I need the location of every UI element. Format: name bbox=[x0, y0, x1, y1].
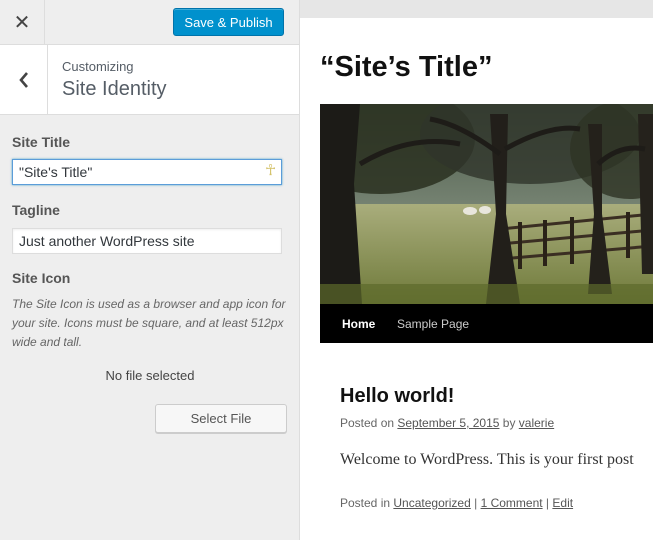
header-image bbox=[320, 104, 653, 304]
site-preview: “Site’s Title” Home Sample Page Hello wo… bbox=[300, 0, 653, 540]
footer-separator: | bbox=[542, 496, 553, 510]
author-link[interactable]: valerie bbox=[519, 416, 554, 430]
section-header: Customizing Site Identity bbox=[0, 45, 299, 115]
site-icon-label: Site Icon bbox=[12, 270, 71, 286]
footer-separator: | bbox=[470, 496, 481, 510]
site-title-label: Site Title bbox=[12, 134, 71, 150]
site-title-input[interactable] bbox=[12, 159, 282, 185]
post-title[interactable]: Hello world! bbox=[340, 385, 454, 408]
site-icon-status: No file selected bbox=[105, 368, 195, 383]
meta-by: by bbox=[499, 416, 519, 430]
footer-prefix: Posted in bbox=[340, 496, 394, 510]
meta-prefix: Posted on bbox=[340, 416, 398, 430]
site-icon-description: The Site Icon is used as a browser and a… bbox=[12, 297, 286, 349]
select-file-button[interactable]: Select File bbox=[155, 404, 287, 433]
section-title: Site Identity bbox=[62, 78, 167, 100]
post-meta: Posted on September 5, 2015 by valerie bbox=[340, 416, 554, 430]
edit-link[interactable]: Edit bbox=[552, 496, 573, 510]
post-footer: Posted in Uncategorized | 1 Comment | Ed… bbox=[340, 496, 573, 510]
chevron-left-icon[interactable] bbox=[0, 45, 48, 114]
post-body: Welcome to WordPress. This is your first… bbox=[340, 451, 634, 468]
nav-item-home[interactable]: Home bbox=[342, 317, 375, 331]
ankh-icon: ☥ bbox=[265, 162, 277, 179]
post-date-link[interactable]: September 5, 2015 bbox=[397, 416, 499, 430]
nav-item-sample-page[interactable]: Sample Page bbox=[397, 317, 469, 331]
category-link[interactable]: Uncategorized bbox=[393, 496, 470, 510]
site-navigation: Home Sample Page bbox=[320, 304, 653, 343]
tagline-input[interactable] bbox=[12, 228, 282, 254]
preview-page: “Site’s Title” Home Sample Page Hello wo… bbox=[300, 18, 653, 540]
customizer-sidebar: ✕ Save & Publish Customizing Site Identi… bbox=[0, 0, 300, 540]
tagline-label: Tagline bbox=[12, 202, 60, 218]
save-publish-button[interactable]: Save & Publish bbox=[173, 8, 284, 36]
comments-link[interactable]: 1 Comment bbox=[481, 496, 543, 510]
site-heading[interactable]: “Site’s Title” bbox=[320, 51, 492, 84]
close-icon[interactable]: ✕ bbox=[0, 0, 45, 45]
customizer-topbar: ✕ Save & Publish bbox=[0, 0, 299, 45]
customizing-label: Customizing bbox=[62, 59, 134, 74]
